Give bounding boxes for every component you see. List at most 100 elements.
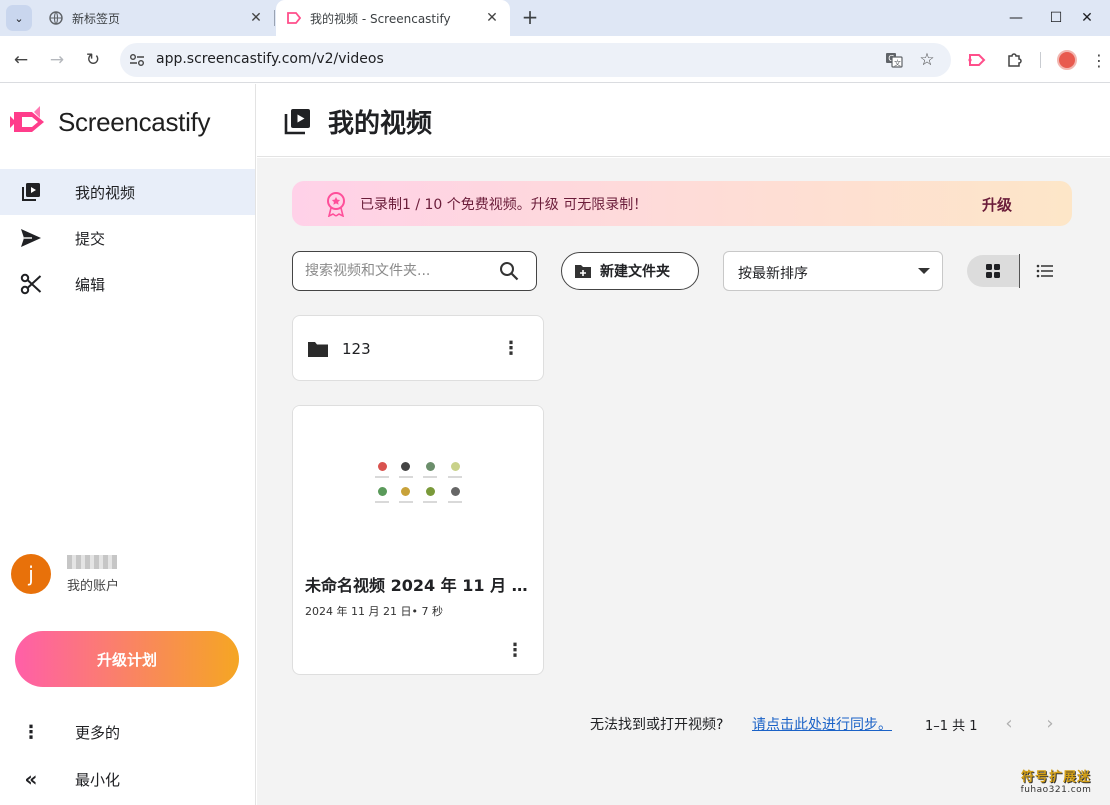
thumbnail-dot — [378, 462, 387, 471]
thumbnail-dot — [401, 462, 410, 471]
tab-title: 我的视频 - Screencastify — [310, 11, 451, 26]
site-settings-icon[interactable] — [128, 51, 146, 69]
double-chevron-left-icon: « — [24, 767, 38, 791]
video-card[interactable]: 未命名视频 2024 年 11 月 21 日 2024 年 11 月 21 日•… — [292, 405, 544, 675]
sidebar-item-label: 更多的 — [75, 723, 121, 742]
screencastify-logo-icon — [10, 106, 44, 132]
account-section[interactable]: j 我的账户 — [11, 554, 119, 594]
video-title[interactable]: 未命名视频 2024 年 11 月 21 日 — [305, 572, 535, 596]
thumbnail-caption — [448, 476, 462, 478]
browser-menu-icon[interactable]: ⋮ — [1087, 48, 1110, 72]
sidebar-item-label: 我的视频 — [75, 183, 136, 202]
browser-toolbar: ← → ↻ app.screencastify.com/v2/videos G文… — [0, 36, 1110, 83]
new-folder-button[interactable]: 新建文件夹 — [561, 252, 699, 290]
thumbnail-caption — [448, 501, 462, 503]
tab-close-icon[interactable]: ✕ — [246, 8, 266, 28]
tab-divider — [274, 10, 275, 26]
more-vertical-icon: ⋮ — [22, 721, 40, 743]
new-folder-label: 新建文件夹 — [600, 264, 670, 280]
tab-search-chevron-icon[interactable]: ⌄ — [6, 5, 32, 31]
chevron-down-icon — [918, 268, 930, 274]
scissors-icon — [19, 272, 43, 296]
sync-help-text: 无法找到或打开视频? — [590, 717, 724, 733]
sidebar-item-label: 编辑 — [75, 275, 106, 294]
add-folder-icon — [575, 265, 591, 278]
search-input[interactable] — [305, 261, 495, 281]
list-view-button[interactable] — [1031, 259, 1059, 283]
tab-title: 新标签页 — [72, 11, 121, 26]
thumbnail-dot — [426, 462, 435, 471]
grid-icon — [986, 264, 1000, 278]
sidebar-item-more[interactable]: ⋮ 更多的 — [0, 709, 255, 755]
thumbnail-dot — [451, 462, 460, 471]
grid-view-button[interactable] — [967, 255, 1019, 287]
banner-text: 已录制1 / 10 个免费视频。升级 可无限录制！ — [360, 197, 648, 213]
video-more-icon[interactable]: ⋮ — [505, 640, 525, 661]
thumbnail-dot — [426, 487, 435, 496]
main-content: 已录制1 / 10 个免费视频。升级 可无限录制！ 升级 新建文件夹 按最新排序 — [257, 158, 1110, 805]
chevron-right-icon[interactable]: › — [1040, 712, 1060, 734]
page-title: 我的视频 — [328, 109, 433, 139]
main-header: 我的视频 — [257, 84, 1110, 157]
sync-link[interactable]: 请点击此处进行同步。 — [752, 714, 892, 734]
brand-name: Screencastify — [58, 106, 211, 137]
thumbnail-dot — [401, 487, 410, 496]
pagination-count: 1–1 共 1 — [925, 719, 978, 734]
thumbnail-caption — [375, 501, 389, 503]
video-library-icon — [19, 180, 43, 204]
thumbnail-caption — [399, 476, 413, 478]
extensions-puzzle-icon[interactable] — [1002, 48, 1026, 72]
new-tab-button[interactable]: + — [518, 6, 542, 30]
sidebar-item-label: 提交 — [75, 229, 106, 248]
upgrade-banner: 已录制1 / 10 个免费视频。升级 可无限录制！ 升级 — [292, 181, 1072, 226]
folder-card[interactable]: 123 ⋮ — [292, 315, 544, 381]
close-window-button[interactable]: ✕ — [1064, 0, 1110, 36]
thumbnail-caption — [423, 476, 437, 478]
avatar[interactable]: j — [11, 554, 51, 594]
tab-new-tab[interactable]: 新标签页 ✕ — [38, 0, 274, 36]
reload-icon[interactable]: ↻ — [80, 47, 106, 73]
translate-icon[interactable]: G文 — [884, 51, 904, 69]
search-box[interactable] — [292, 251, 537, 291]
view-toggle-divider — [1019, 254, 1020, 288]
browser-tab-bar: ⌄ 新标签页 ✕ 我的视频 - Screencastify ✕ + — ☐ ✕ — [0, 0, 1110, 36]
banner-upgrade-button[interactable]: 升级 — [982, 194, 1012, 215]
screencastify-extension-icon[interactable] — [965, 48, 989, 72]
brand-logo[interactable]: Screencastify — [10, 106, 210, 138]
folder-more-icon[interactable]: ⋮ — [501, 338, 521, 359]
upgrade-plan-button[interactable]: 升级计划 — [15, 631, 239, 687]
chevron-left-icon[interactable]: ‹ — [999, 712, 1019, 734]
svg-text:文: 文 — [894, 59, 901, 68]
bookmark-star-icon[interactable]: ☆ — [917, 50, 937, 70]
video-library-icon — [284, 109, 310, 135]
thumbnail-caption — [399, 501, 413, 503]
watermark-main: 符号扩展迷 — [1020, 770, 1091, 785]
thumbnail-dot — [451, 487, 460, 496]
url-text: app.screencastify.com/v2/videos — [156, 51, 384, 67]
sidebar-item-my-videos[interactable]: 我的视频 — [0, 169, 255, 215]
sort-dropdown[interactable]: 按最新排序 — [723, 251, 943, 291]
search-icon[interactable] — [499, 261, 519, 281]
video-thumbnail[interactable] — [293, 406, 543, 556]
tab-my-videos[interactable]: 我的视频 - Screencastify ✕ — [276, 0, 510, 36]
tab-close-icon[interactable]: ✕ — [482, 8, 502, 28]
thumbnail-dot — [378, 487, 387, 496]
sidebar-item-edit[interactable]: 编辑 — [0, 261, 255, 307]
folder-name: 123 — [342, 340, 371, 358]
thumbnail-caption — [423, 501, 437, 503]
sidebar-item-submit[interactable]: 提交 — [0, 215, 255, 261]
account-subtitle: 我的账户 — [67, 578, 120, 594]
account-text: 我的账户 — [67, 554, 120, 594]
sidebar-item-label: 最小化 — [75, 770, 121, 789]
sidebar: Screencastify 我的视频 提交 编辑 j 我的账户 升级计划 ⋮ 更… — [0, 84, 256, 805]
video-meta: 2024 年 11 月 21 日• 7 秒 — [305, 605, 443, 618]
forward-arrow-icon[interactable]: → — [44, 47, 70, 73]
profile-avatar[interactable] — [1057, 50, 1077, 70]
address-bar[interactable]: app.screencastify.com/v2/videos G文 ☆ — [120, 43, 951, 77]
sidebar-item-minimize[interactable]: « 最小化 — [0, 756, 255, 802]
screencastify-icon — [286, 10, 302, 26]
list-icon — [1036, 264, 1053, 278]
watermark-sub: fuhao321.com — [1020, 785, 1092, 795]
folder-icon — [308, 342, 328, 357]
back-arrow-icon[interactable]: ← — [8, 47, 34, 73]
